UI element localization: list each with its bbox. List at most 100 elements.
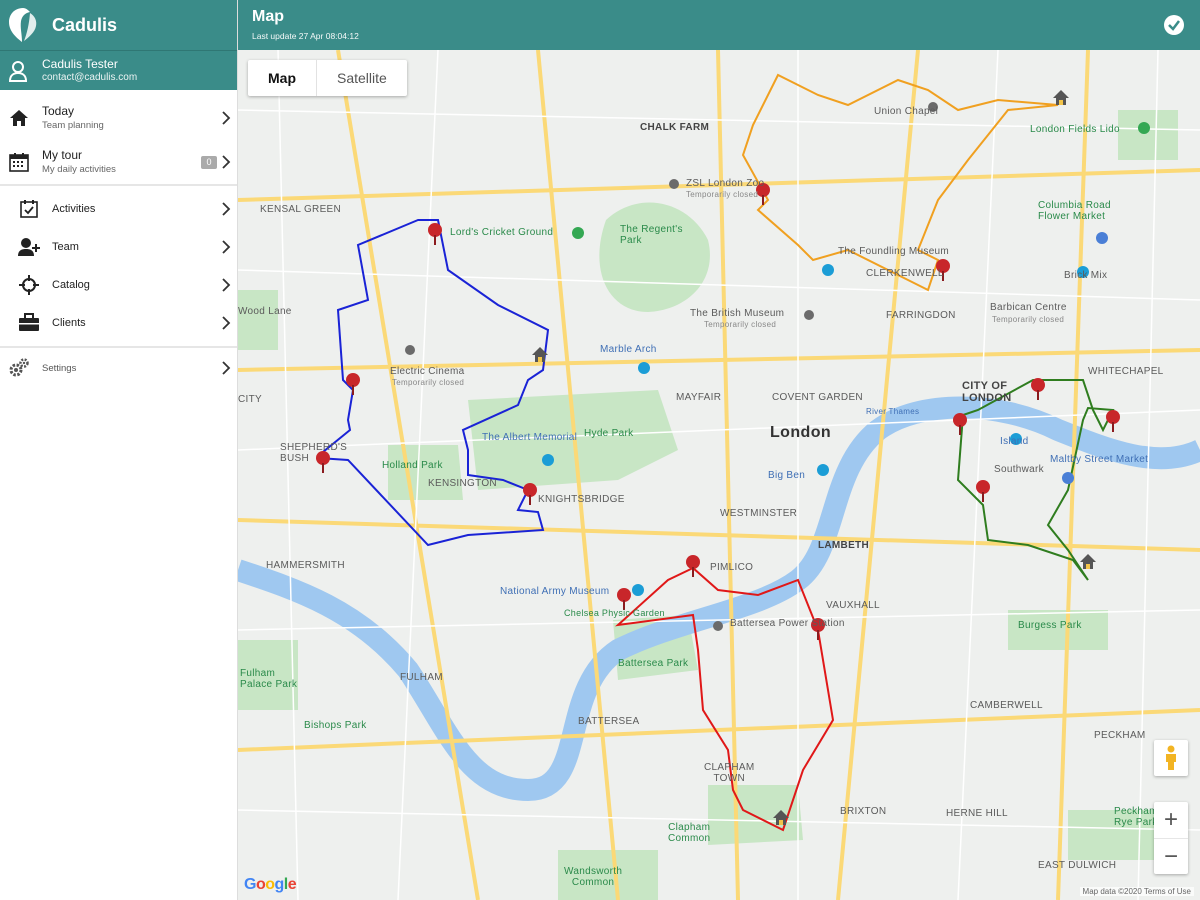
map-label: ZSL London Zoo [686, 178, 765, 189]
map-label: WHITECHAPEL [1088, 366, 1164, 377]
nav-item-team[interactable]: Team [0, 228, 237, 266]
nav-item-today[interactable]: Today Team planning [0, 96, 237, 140]
map-label: BATTERSEA [578, 716, 640, 727]
map-pin-icon [523, 483, 537, 505]
google-logo: Google [244, 876, 297, 893]
map-label: Barbican Centre [990, 302, 1067, 313]
map-label: Island [1000, 436, 1029, 447]
map-label: KNIGHTSBRIDGE [538, 494, 625, 505]
map-label: Bishops Park [304, 720, 367, 731]
map-label: PECKHAM [1094, 730, 1146, 741]
map-label: Hyde Park [584, 428, 634, 439]
map-label: Union Chapel [874, 106, 939, 117]
map-label: Wood Lane [238, 306, 292, 317]
map-type-satellite-button[interactable]: Satellite [317, 60, 407, 96]
park-regents [599, 202, 710, 312]
street-view-pegman-button[interactable] [1154, 740, 1188, 776]
map-label: Marble Arch [600, 344, 657, 355]
map-label: WESTMINSTER [720, 508, 798, 519]
zoom-in-button[interactable]: + [1154, 802, 1188, 838]
zoom-control: + − [1154, 802, 1188, 874]
map-label: VAUXHALL [826, 600, 880, 611]
map-label: HAMMERSMITH [266, 560, 345, 571]
nav-label: Clients [52, 316, 86, 329]
app: Cadulis Cadulis Tester contact@cadulis.c… [0, 0, 1200, 900]
map-label: CLAPHAM TOWN [704, 762, 755, 784]
map-label: Maltby Street Market [1050, 454, 1149, 465]
map-label: CITY OF LONDON [962, 380, 1012, 404]
nav-label: Catalog [52, 278, 90, 291]
chevron-right-icon [222, 202, 231, 216]
map-pin-icon [686, 555, 700, 577]
crosshair-icon [18, 274, 40, 296]
map-label: The Foundling Museum [838, 246, 950, 257]
map-label: EAST DULWICH [1038, 860, 1117, 871]
map-label: Chelsea Physic Garden [564, 608, 665, 618]
nav-sublabel: My daily activities [42, 164, 116, 175]
map-label: London Fields Lido [1030, 124, 1120, 135]
cadulis-logo-icon [9, 8, 37, 42]
map-label: MAYFAIR [676, 392, 722, 403]
last-update-text: Last update 27 Apr 08:04:12 [252, 31, 359, 41]
map-attribution[interactable]: Map data ©2020 Terms of Use [1079, 887, 1194, 896]
map-label: CAMBERWELL [970, 700, 1043, 711]
home-marker-icon [1053, 90, 1069, 105]
map-label: Brick Mix [1064, 270, 1108, 281]
map-label: COVENT GARDEN [772, 392, 863, 403]
map-label: CITY [238, 394, 262, 405]
calendar-icon [8, 151, 30, 173]
chevron-right-icon [222, 111, 231, 125]
nav-secondary: Activities Team Catalog Clients [0, 186, 237, 348]
home-marker-icon [1080, 554, 1096, 569]
map-label: CHALK FARM [640, 122, 710, 133]
chevron-right-icon [222, 155, 231, 169]
page-title: Map [252, 8, 284, 25]
user-email: contact@cadulis.com [42, 71, 138, 83]
nav-item-activities[interactable]: Activities [0, 190, 237, 228]
map-label: National Army Museum [500, 586, 610, 597]
nav-label: Settings [42, 362, 77, 374]
map-label: London [770, 424, 832, 441]
nav-item-my-tour[interactable]: My tour My daily activities 0 [0, 140, 237, 184]
nav-item-clients[interactable]: Clients [0, 304, 237, 342]
nav-item-catalog[interactable]: Catalog [0, 266, 237, 304]
gears-icon [8, 357, 30, 379]
briefcase-icon [18, 312, 40, 334]
map-label: The British Museum [690, 308, 785, 319]
map-label: Holland Park [382, 460, 443, 471]
sidebar: Cadulis Cadulis Tester contact@cadulis.c… [0, 0, 238, 900]
zoom-out-button[interactable]: − [1154, 839, 1188, 875]
map-label: HERNE HILL [946, 808, 1008, 819]
nav-tertiary: Settings [0, 348, 237, 386]
map-label: Battersea Park [618, 658, 689, 669]
app-name: Cadulis [52, 14, 118, 35]
user-profile[interactable]: Cadulis Tester contact@cadulis.com [0, 50, 237, 90]
top-bar: Map Last update 27 Apr 08:04:12 [238, 0, 1200, 50]
map-label: SHEPHERD'S BUSH [280, 442, 348, 464]
map-label: Temporarily closed [686, 190, 759, 199]
map-label: Battersea Power Station [730, 618, 845, 629]
map-label: The Regent's Park [620, 224, 683, 246]
pegman-icon [1166, 745, 1176, 770]
map-pin-icon [953, 413, 967, 435]
map-type-toggle: Map Satellite [248, 60, 407, 96]
map-label: The Albert Memorial [482, 432, 578, 443]
map-pin-icon [1031, 378, 1045, 400]
map-label: KENSAL GREEN [260, 204, 342, 215]
map-label: KENSINGTON [428, 478, 497, 489]
map-label: Temporarily closed [992, 315, 1065, 324]
map-label: Clapham Common [668, 822, 711, 844]
nav-item-settings[interactable]: Settings [0, 350, 237, 386]
map-pin-icon [346, 373, 360, 395]
brand-bar: Cadulis [0, 0, 237, 50]
check-circle-icon[interactable] [1164, 15, 1184, 35]
nav-label: Today [42, 104, 75, 118]
park-holland [388, 445, 463, 500]
map-label: CLERKENWELL [866, 268, 944, 279]
map-label: Wandsworth Common [564, 866, 623, 888]
user-add-icon [18, 236, 40, 258]
calendar-check-icon [18, 198, 40, 220]
map-view[interactable]: CHALK FARM KENSAL GREEN ZSL London Zoo T… [238, 50, 1200, 900]
map-type-map-button[interactable]: Map [248, 60, 317, 96]
map-pin-icon [1106, 410, 1120, 432]
